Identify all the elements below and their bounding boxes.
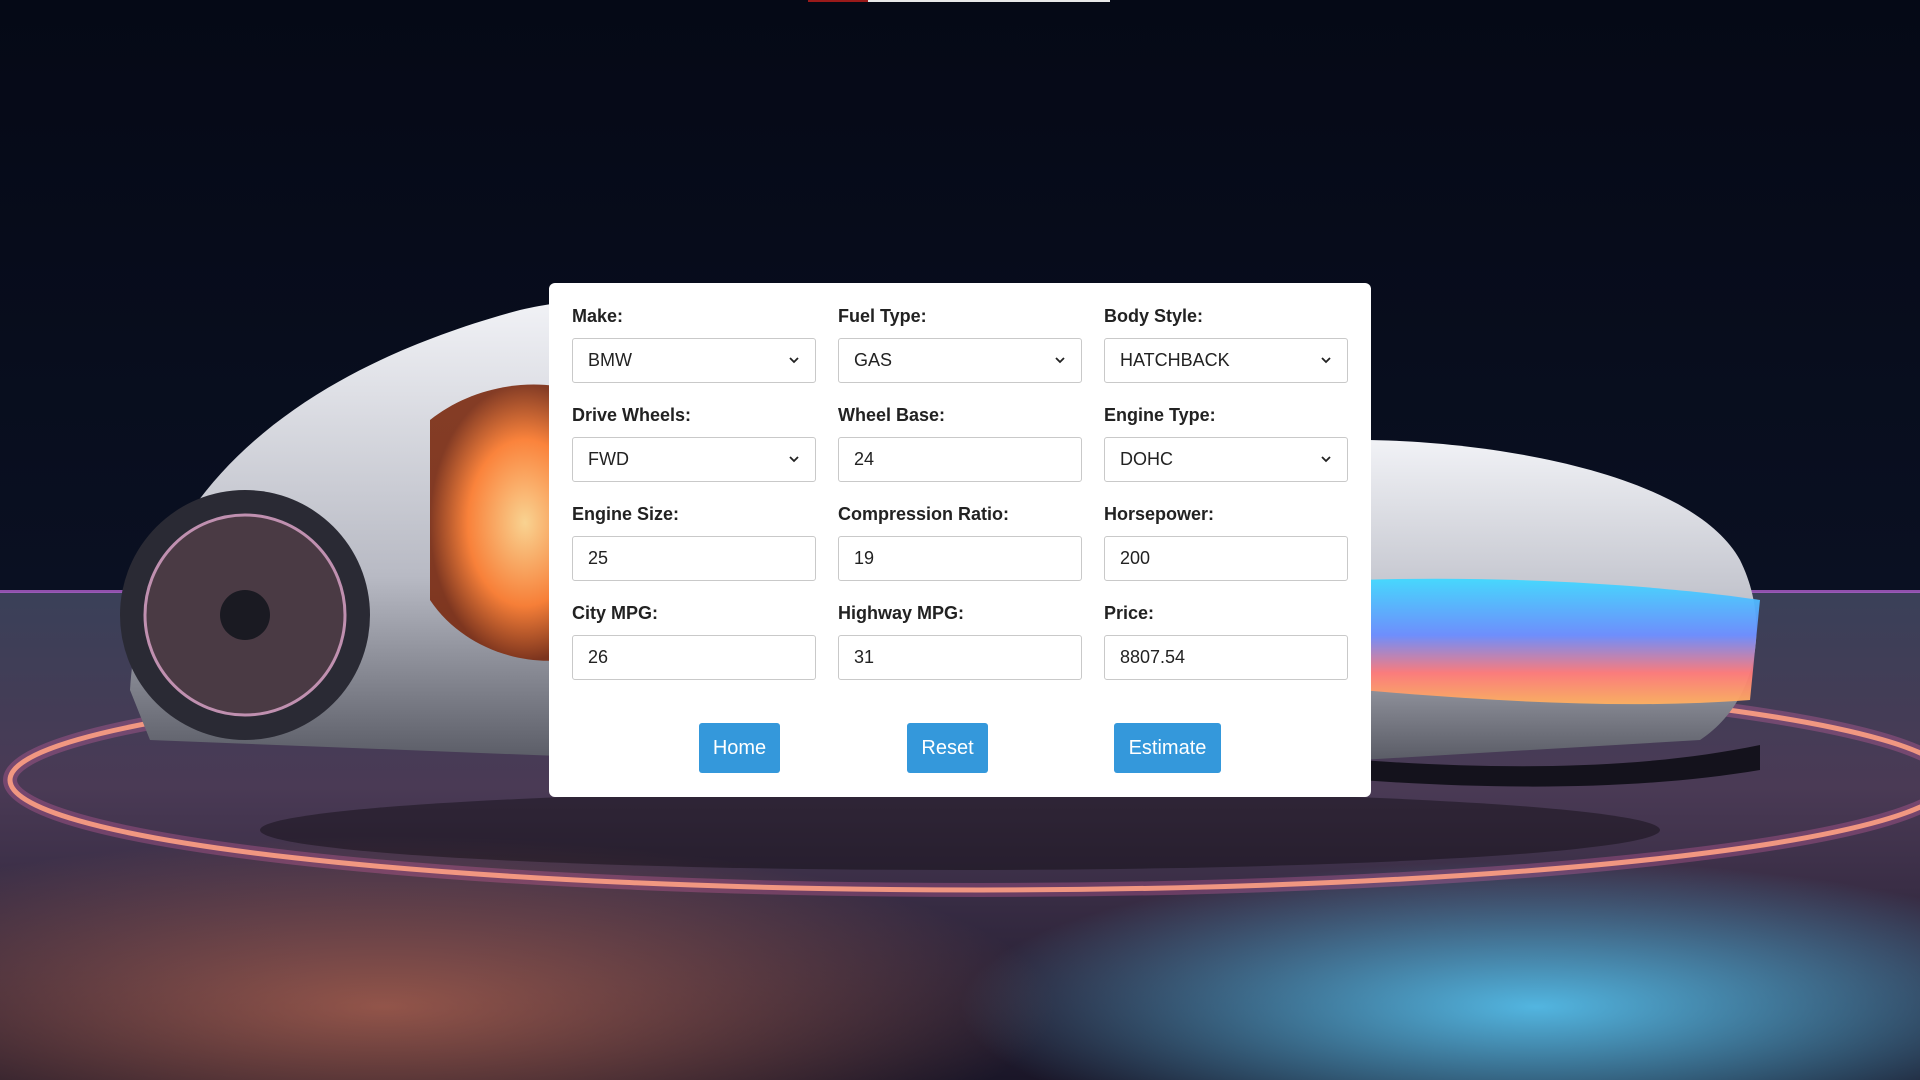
make-label: Make: — [572, 306, 624, 326]
chevron-down-icon — [1320, 454, 1332, 466]
horsepower-label: Horsepower: — [1104, 504, 1215, 524]
engine-size-label: Engine Size: — [572, 504, 680, 524]
horsepower-field-group: Horsepower: — [1104, 504, 1348, 603]
city-mpg-field-group: City MPG: — [572, 603, 816, 702]
wheel-base-label: Wheel Base: — [838, 405, 946, 425]
drive-wheels-select[interactable]: FWD — [572, 437, 816, 482]
make-select-value: BMW — [588, 350, 632, 370]
fuel-type-label: Fuel Type: — [838, 306, 927, 326]
city-mpg-input[interactable] — [572, 635, 816, 680]
form-actions: Home Reset Estimate — [549, 723, 1371, 773]
price-input[interactable] — [1104, 635, 1348, 680]
top-strip-red-segment — [808, 0, 868, 2]
fuel-type-select[interactable]: GAS — [838, 338, 1082, 383]
engine-type-select-value: DOHC — [1120, 449, 1173, 469]
engine-type-label: Engine Type: — [1104, 405, 1216, 425]
form-grid: Make: BMW Fuel Type: GAS Body Style: HAT… — [572, 306, 1348, 702]
top-strip-white-segment — [868, 0, 1110, 2]
fuel-type-select-value: GAS — [854, 350, 893, 370]
compression-ratio-input[interactable] — [838, 536, 1082, 581]
price-label: Price: — [1104, 603, 1155, 623]
reset-button[interactable]: Reset — [907, 723, 988, 773]
engine-type-field-group: Engine Type: DOHC — [1104, 405, 1348, 504]
body-style-field-group: Body Style: HATCHBACK — [1104, 306, 1348, 405]
estimate-button[interactable]: Estimate — [1114, 723, 1221, 773]
wheel-base-input[interactable] — [838, 437, 1082, 482]
home-button[interactable]: Home — [699, 723, 780, 773]
highway-mpg-label: Highway MPG: — [838, 603, 965, 623]
compression-ratio-label: Compression Ratio: — [838, 504, 1010, 524]
engine-size-input[interactable] — [572, 536, 816, 581]
page-background: Make: BMW Fuel Type: GAS Body Style: HAT… — [0, 0, 1920, 1080]
chevron-down-icon — [1054, 355, 1066, 367]
horsepower-input[interactable] — [1104, 536, 1348, 581]
compression-ratio-field-group: Compression Ratio: — [838, 504, 1082, 603]
body-style-select-value: HATCHBACK — [1120, 350, 1230, 370]
highway-mpg-field-group: Highway MPG: — [838, 603, 1082, 702]
highway-mpg-input[interactable] — [838, 635, 1082, 680]
top-progress-strip — [808, 0, 1110, 2]
car-estimate-form: Make: BMW Fuel Type: GAS Body Style: HAT… — [549, 283, 1371, 797]
price-field-group: Price: — [1104, 603, 1348, 702]
drive-wheels-field-group: Drive Wheels: FWD — [572, 405, 816, 504]
drive-wheels-select-value: FWD — [588, 449, 629, 469]
body-style-select[interactable]: HATCHBACK — [1104, 338, 1348, 383]
wheel-base-field-group: Wheel Base: — [838, 405, 1082, 504]
chevron-down-icon — [788, 454, 800, 466]
make-select[interactable]: BMW — [572, 338, 816, 383]
fuel-type-field-group: Fuel Type: GAS — [838, 306, 1082, 405]
city-mpg-label: City MPG: — [572, 603, 659, 623]
engine-type-select[interactable]: DOHC — [1104, 437, 1348, 482]
chevron-down-icon — [788, 355, 800, 367]
body-style-label: Body Style: — [1104, 306, 1204, 326]
chevron-down-icon — [1320, 355, 1332, 367]
engine-size-field-group: Engine Size: — [572, 504, 816, 603]
make-field-group: Make: BMW — [572, 306, 816, 405]
drive-wheels-label: Drive Wheels: — [572, 405, 692, 425]
